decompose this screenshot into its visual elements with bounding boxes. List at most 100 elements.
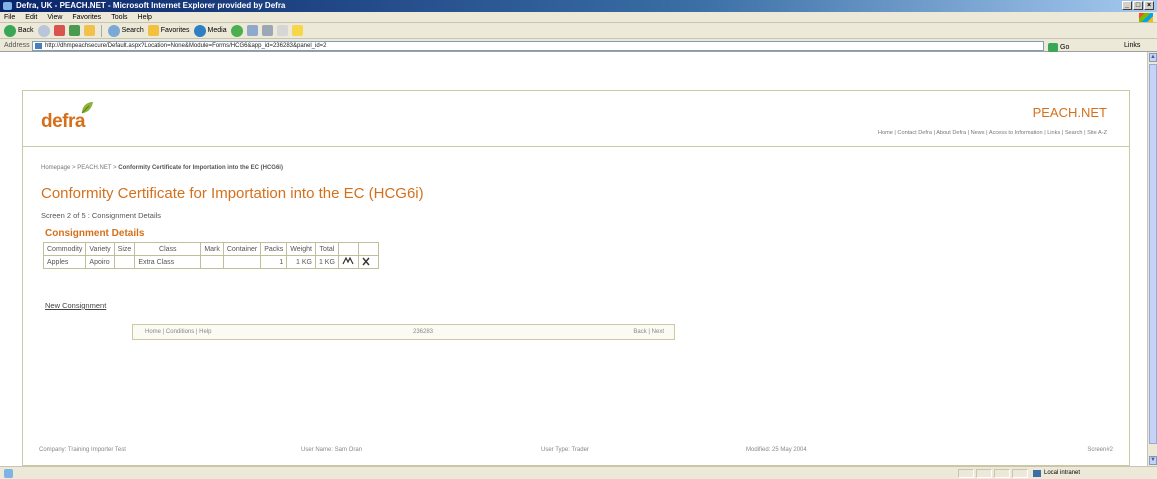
back-button[interactable]: Back: [4, 24, 34, 37]
status-cell: [994, 469, 1010, 478]
cell-packs: 1: [260, 255, 288, 269]
status-cell: [976, 469, 992, 478]
browser-statusbar: Local intranet: [0, 466, 1157, 479]
media-icon: [193, 24, 206, 37]
windows-logo-icon: [1139, 13, 1153, 22]
page-title: Conformity Certificate for Importation i…: [41, 185, 424, 202]
menu-file[interactable]: File: [4, 12, 15, 22]
address-bar: Address http://dhmpeachsecure/Default.as…: [0, 39, 1157, 52]
screen-step: Screen 2 of 5 : Consignment Details: [41, 211, 162, 220]
breadcrumb-home[interactable]: Homepage: [41, 165, 70, 171]
security-zone: Local intranet: [1030, 468, 1142, 479]
cell-class: Extra Class: [134, 255, 202, 269]
scroll-thumb[interactable]: [1149, 64, 1157, 444]
back-label: Back: [18, 27, 34, 34]
cell-delete[interactable]: [357, 255, 379, 269]
cell-mark: [200, 255, 224, 269]
new-consignment-link[interactable]: New Consignment: [45, 301, 106, 310]
screen-id: Screen#2: [1087, 447, 1113, 453]
vertical-scrollbar[interactable]: ▲ ▼: [1147, 52, 1157, 466]
footer-nav: Home | Conditions | Help 236283 Back | N…: [132, 324, 675, 340]
home-icon[interactable]: [83, 25, 95, 36]
menu-tools[interactable]: Tools: [111, 12, 127, 22]
address-label: Address: [4, 42, 30, 49]
col-container: Container: [222, 242, 262, 256]
cell-container: [222, 255, 262, 269]
search-icon: [107, 24, 120, 37]
breadcrumb: Homepage > PEACH.NET > Conformity Certif…: [41, 165, 283, 171]
col-class: Class: [134, 242, 202, 256]
links-button[interactable]: Links: [1124, 39, 1140, 52]
search-button[interactable]: Search: [107, 24, 144, 37]
table-row: Apples Apoiro Extra Class 1 1 KG 1 KG: [42, 255, 379, 269]
status-cell: [1012, 469, 1028, 478]
mail-icon[interactable]: [246, 25, 258, 36]
user-type-info: User Type: Trader: [541, 447, 589, 453]
history-icon[interactable]: [230, 24, 243, 37]
close-button[interactable]: ×: [1144, 1, 1154, 10]
menu-bar: File Edit View Favorites Tools Help: [0, 12, 1157, 23]
page-status-icon: [4, 469, 13, 478]
cell-variety: Apoiro: [85, 255, 115, 269]
defra-logo[interactable]: defra: [41, 111, 85, 133]
stop-icon[interactable]: [53, 25, 65, 36]
cell-size: [113, 255, 136, 269]
menu-view[interactable]: View: [47, 12, 62, 22]
menu-help[interactable]: Help: [138, 12, 152, 22]
table-header-row: Commodity Variety Size Class Mark Contai…: [42, 242, 379, 256]
page-frame: defra PEACH.NET Home | Contact Defra | A…: [22, 90, 1130, 466]
modified-info: Modified: 25 May 2004: [746, 447, 807, 453]
window-controls: _ □ ×: [1122, 1, 1154, 10]
company-info: Company: Training Importer Test: [39, 447, 126, 453]
maximize-button[interactable]: □: [1133, 1, 1143, 10]
col-packs: Packs: [260, 242, 288, 256]
address-url: http://dhmpeachsecure/Default.aspx?Locat…: [45, 43, 327, 49]
cell-commodity: Apples: [42, 255, 87, 269]
menu-favorites[interactable]: Favorites: [72, 12, 101, 22]
breadcrumb-current: Conformity Certificate for Importation i…: [118, 165, 283, 171]
section-title: Consignment Details: [45, 228, 145, 239]
col-variety: Variety: [85, 242, 115, 256]
folder-icon[interactable]: [291, 25, 303, 36]
cell-edit[interactable]: [337, 255, 359, 269]
col-mark: Mark: [200, 242, 224, 256]
col-weight: Weight: [286, 242, 316, 256]
top-links[interactable]: Home | Contact Defra | About Defra | New…: [878, 130, 1107, 136]
scroll-down-icon[interactable]: ▼: [1149, 456, 1157, 465]
scroll-up-icon[interactable]: ▲: [1149, 53, 1157, 62]
col-size: Size: [113, 242, 136, 256]
menu-edit[interactable]: Edit: [25, 12, 37, 22]
refresh-icon[interactable]: [68, 25, 80, 36]
window-title: Defra, UK - PEACH.NET - Microsoft Intern…: [16, 1, 286, 10]
favorites-button[interactable]: Favorites: [147, 25, 190, 36]
site-header: defra PEACH.NET Home | Contact Defra | A…: [23, 91, 1129, 147]
print-icon[interactable]: [261, 25, 273, 36]
internet-explorer-icon: [3, 2, 12, 10]
media-label: Media: [207, 27, 227, 34]
back-arrow-icon: [4, 24, 16, 37]
breadcrumb-peach[interactable]: PEACH.NET: [77, 165, 111, 171]
search-label: Search: [121, 27, 144, 34]
consignment-table: Commodity Variety Size Class Mark Contai…: [42, 242, 379, 269]
favorites-label: Favorites: [160, 27, 190, 34]
page-viewport: defra PEACH.NET Home | Contact Defra | A…: [0, 52, 1147, 466]
back-next-links[interactable]: Back | Next: [633, 325, 664, 339]
status-cell: [958, 469, 974, 478]
security-zone-label: Local intranet: [1044, 470, 1081, 476]
media-button[interactable]: Media: [193, 24, 227, 37]
edit-page-icon[interactable]: [276, 25, 288, 36]
forward-arrow-icon[interactable]: [37, 24, 50, 37]
user-name-info: User Name: Sam Oran: [301, 447, 363, 453]
peach-brand: PEACH.NET: [1032, 105, 1107, 120]
edit-icon[interactable]: [342, 256, 354, 267]
browser-toolbar: Back Search Favorites Media: [0, 23, 1157, 39]
cell-weight: 1 KG: [286, 255, 316, 269]
minimize-button[interactable]: _: [1122, 1, 1132, 10]
toolbar-divider: [100, 24, 102, 37]
col-delete: [357, 242, 379, 256]
intranet-icon: [1033, 470, 1041, 477]
footer-nav-links[interactable]: Home | Conditions | Help: [145, 325, 211, 339]
address-input[interactable]: http://dhmpeachsecure/Default.aspx?Locat…: [32, 41, 1044, 51]
cell-total: 1 KG: [314, 255, 339, 269]
delete-icon[interactable]: [362, 257, 370, 268]
